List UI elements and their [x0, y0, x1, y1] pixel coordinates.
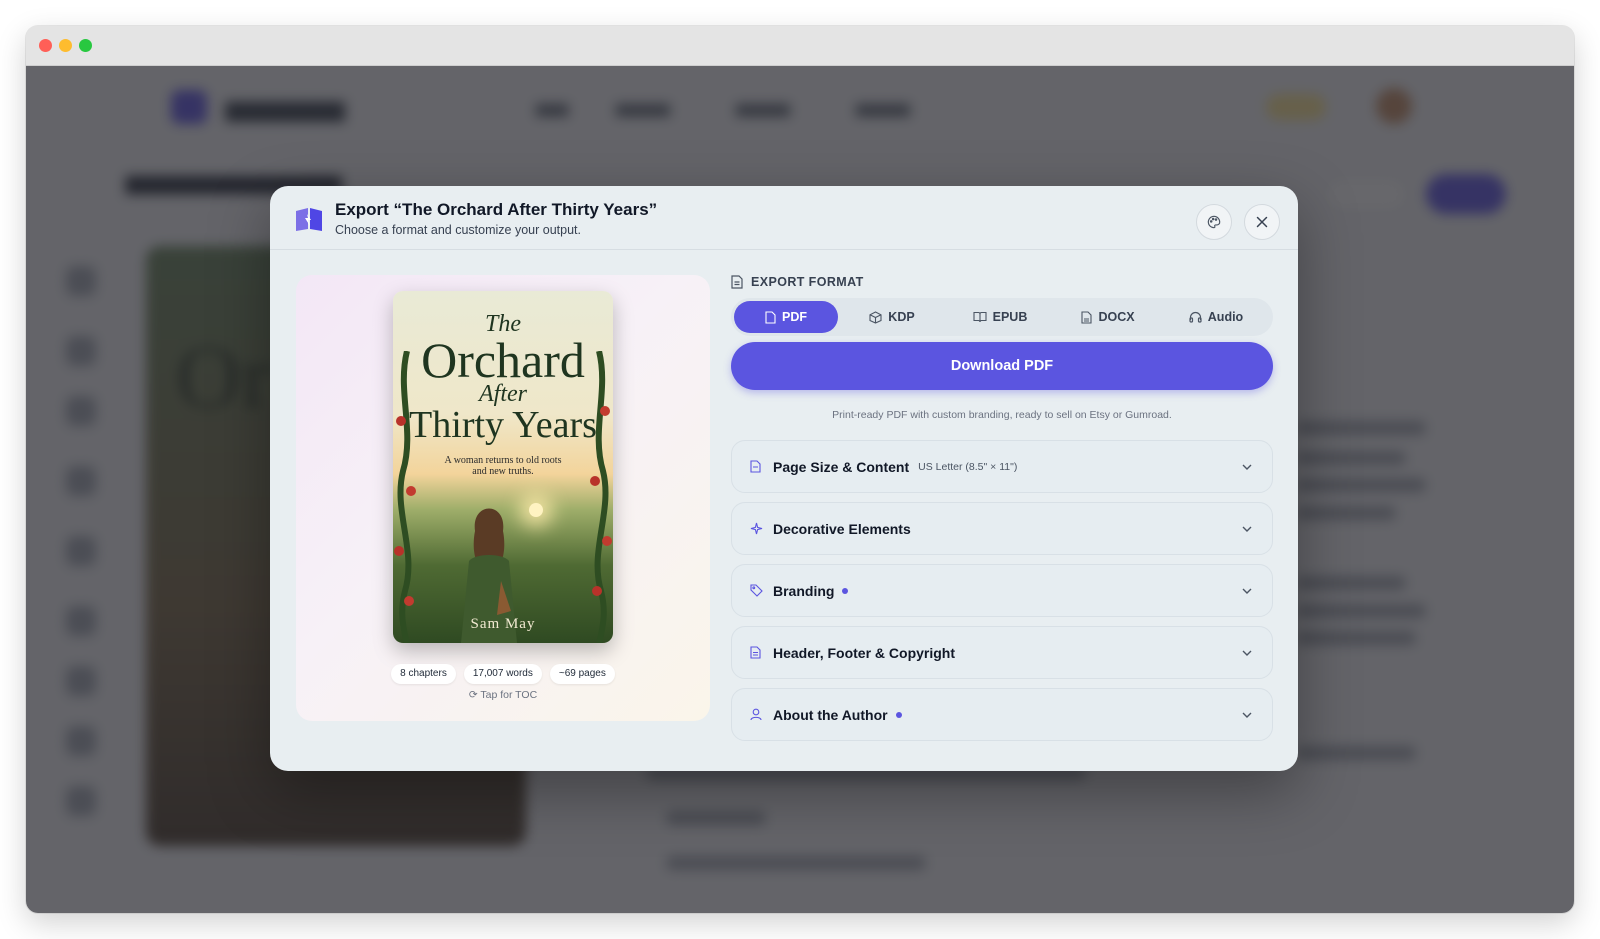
toc-label: Tap for TOC	[480, 689, 538, 701]
modified-indicator-dot	[895, 711, 902, 718]
headphones-icon	[1189, 311, 1202, 323]
section-branding[interactable]: Branding	[731, 564, 1273, 617]
tab-audio[interactable]: Audio	[1162, 301, 1270, 333]
window-titlebar	[26, 26, 1574, 66]
chevron-down-icon	[1242, 588, 1252, 594]
app-window: ▆▆▆▆▆▆▆ ▆▆▆ ▆▆▆▆▆ ▆▆▆▆▆ ▆▆▆▆▆ ▆▆▆▆▆▆▆▆▆▆…	[26, 26, 1574, 913]
tab-docx[interactable]: DOCX	[1054, 301, 1162, 333]
section-about-the-author[interactable]: About the Author	[731, 688, 1273, 741]
modal-title: Export “The Orchard After Thirty Years”	[335, 200, 658, 219]
tag-icon	[750, 584, 764, 598]
close-window-button[interactable]	[39, 39, 52, 52]
section-decorative-elements[interactable]: Decorative Elements	[731, 502, 1273, 555]
doc-file-icon	[1081, 310, 1092, 324]
chapters-count-badge: 8 chapters	[391, 664, 456, 684]
export-format-label: EXPORT FORMAT	[751, 275, 864, 289]
palette-icon	[1207, 215, 1221, 229]
format-tabs: PDF KDP EPUB DOCX Audio	[731, 298, 1273, 336]
close-icon	[1256, 216, 1268, 228]
section-page-size-content[interactable]: Page Size & Content US Letter (8.5" × 11…	[731, 440, 1273, 493]
sun-icon	[529, 503, 543, 517]
minimize-window-button[interactable]	[59, 39, 72, 52]
page-count-badge: ~69 pages	[549, 664, 615, 684]
book-logo-icon	[296, 208, 322, 231]
page-size-value: US Letter (8.5" × 11")	[918, 460, 1018, 473]
cover-title-thirty-years: Thirty Years	[409, 404, 597, 446]
export-modal: Export “The Orchard After Thirty Years” …	[270, 186, 1298, 771]
book-open-icon	[973, 311, 987, 323]
package-icon	[869, 310, 882, 324]
word-count-badge: 17,007 words	[463, 664, 542, 684]
tab-pdf[interactable]: PDF	[734, 301, 838, 333]
pdf-file-icon	[765, 310, 776, 324]
modal-header: Export “The Orchard After Thirty Years” …	[270, 186, 1298, 250]
user-icon	[750, 708, 764, 722]
export-format-heading: EXPORT FORMAT	[731, 275, 864, 289]
format-description: Print-ready PDF with custom branding, re…	[832, 409, 1172, 421]
book-preview-panel: The Orchard After Thirty Years A woman r…	[296, 275, 710, 721]
tab-epub[interactable]: EPUB	[946, 301, 1054, 333]
sparkle-icon	[750, 522, 764, 536]
chevron-down-icon	[1242, 650, 1252, 656]
maximize-window-button[interactable]	[79, 39, 92, 52]
tab-kdp[interactable]: KDP	[838, 301, 946, 333]
modal-subtitle: Choose a format and customize your outpu…	[335, 223, 581, 237]
cover-tagline: A woman returns to old roots and new tru…	[444, 455, 562, 477]
theme-palette-button[interactable]	[1196, 204, 1232, 240]
app-content: ▆▆▆▆▆▆▆ ▆▆▆ ▆▆▆▆▆ ▆▆▆▆▆ ▆▆▆▆▆ ▆▆▆▆▆▆▆▆▆▆…	[26, 66, 1574, 913]
document-icon	[750, 460, 764, 474]
download-pdf-button[interactable]: Download PDF	[731, 342, 1273, 390]
chevron-down-icon	[1242, 464, 1252, 470]
refresh-icon: ⟳	[468, 689, 478, 701]
chevron-down-icon	[1242, 526, 1252, 532]
book-cover[interactable]: The Orchard After Thirty Years A woman r…	[393, 291, 613, 643]
section-header-footer-copyright[interactable]: Header, Footer & Copyright	[731, 626, 1273, 679]
cover-author: Sam May	[470, 616, 536, 632]
book-stats: 8 chapters 17,007 words ~69 pages	[296, 664, 710, 684]
file-icon	[731, 275, 743, 289]
file-text-icon	[750, 646, 764, 660]
close-modal-button[interactable]	[1244, 204, 1280, 240]
modified-indicator-dot	[842, 587, 849, 594]
tap-for-toc-link[interactable]: ⟳ Tap for TOC	[296, 689, 710, 701]
chevron-down-icon	[1242, 712, 1252, 718]
